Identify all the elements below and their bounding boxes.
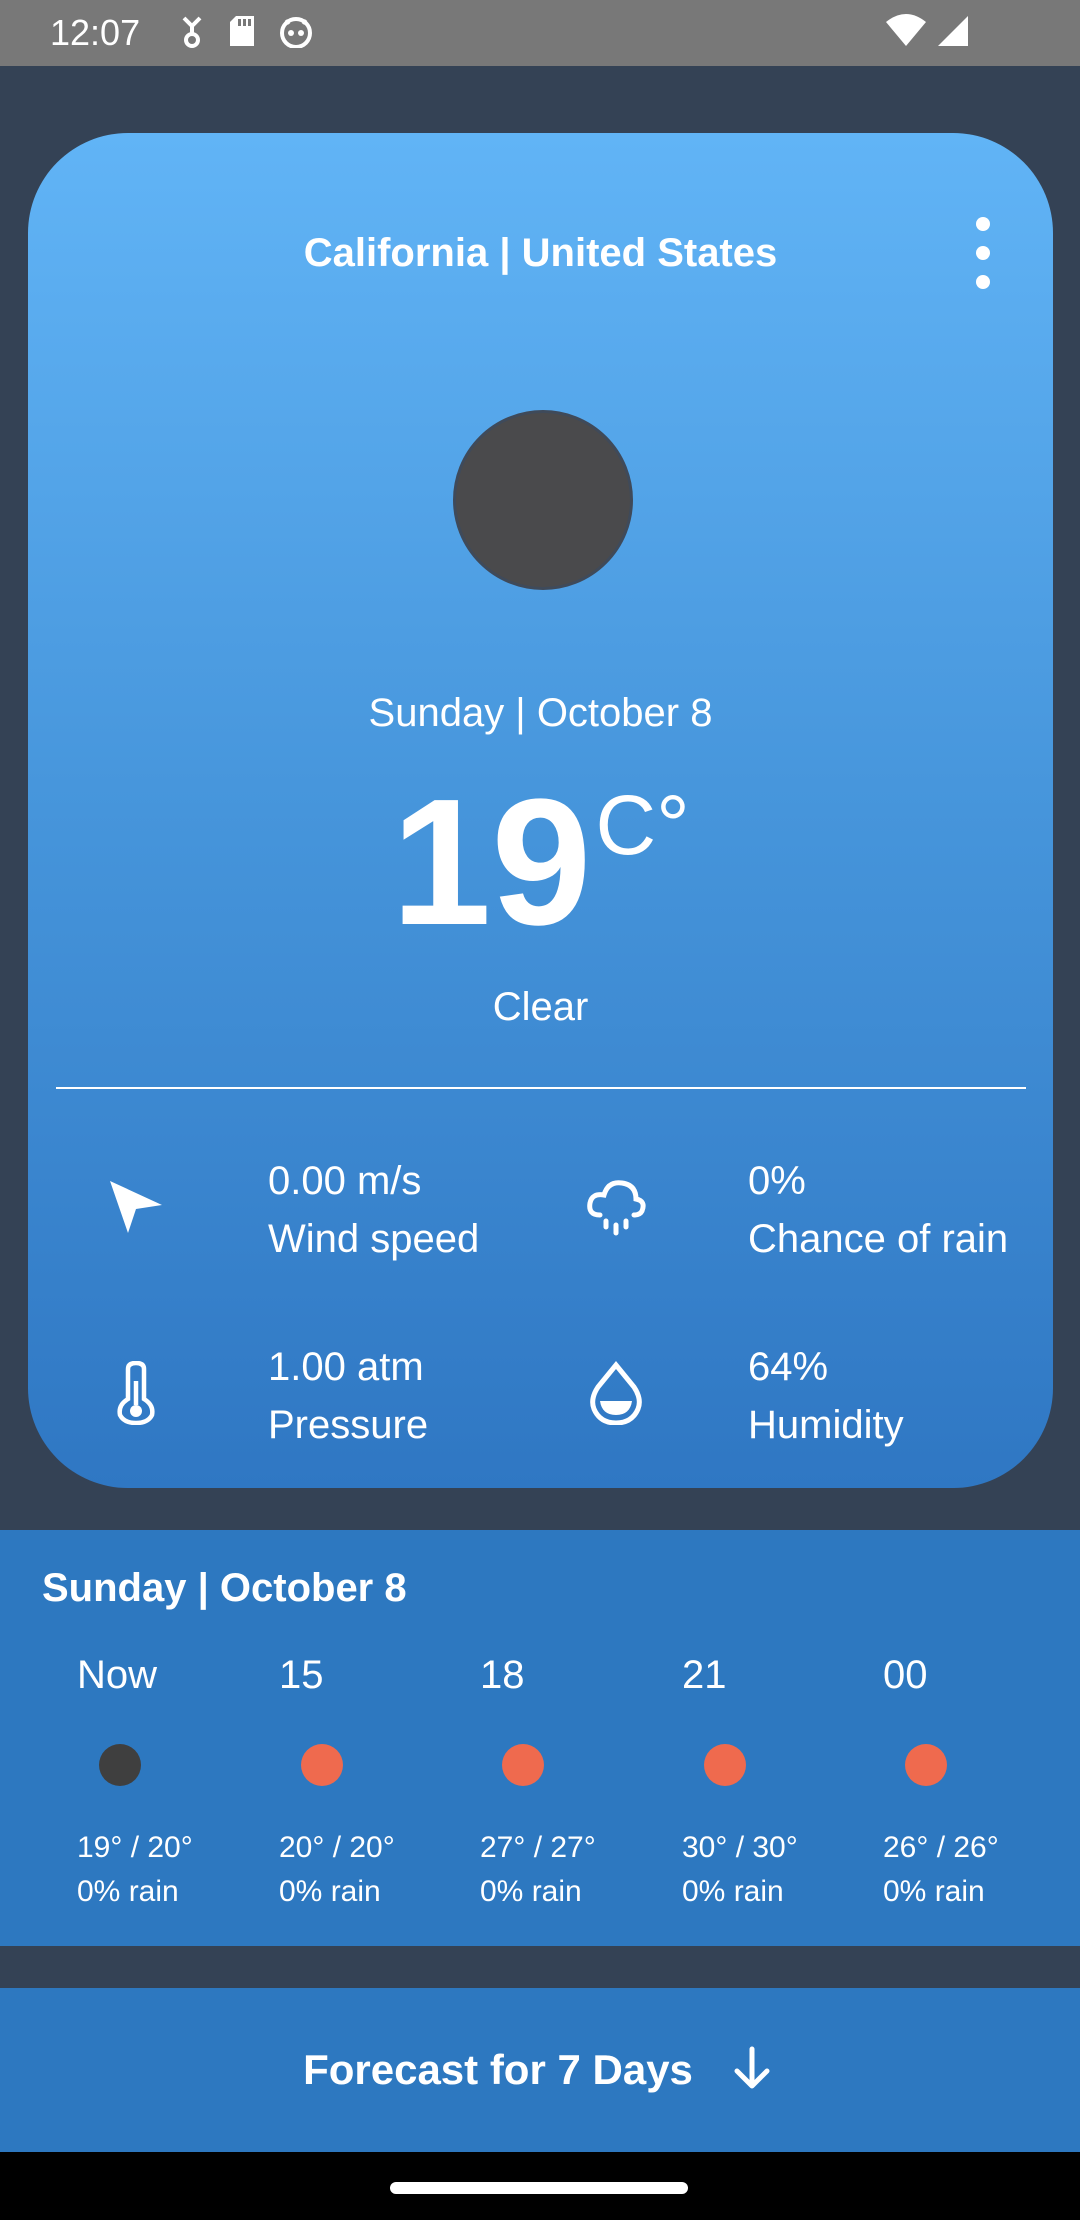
- current-weather-card: California | United States Sunday | Octo…: [28, 133, 1053, 1488]
- forecast-7-days-button[interactable]: Forecast for 7 Days: [0, 1988, 1080, 2152]
- hour-temps: 26° / 26°: [883, 1831, 999, 1864]
- thermometer-icon: [96, 1353, 176, 1433]
- weather-condition-icon: [453, 410, 633, 590]
- hourly-item-18[interactable]: 18 27° / 27° 0% rain: [480, 1650, 680, 1908]
- hourly-item-21[interactable]: 21 30° / 30° 0% rain: [682, 1650, 882, 1908]
- home-gesture-handle[interactable]: [390, 2182, 688, 2194]
- menu-dot: [976, 217, 990, 231]
- condition-text: Clear: [492, 985, 589, 1029]
- hour-time: 00: [883, 1653, 928, 1697]
- forecast-label: Forecast for 7 Days: [303, 2046, 693, 2093]
- status-time: 12:07: [50, 12, 141, 53]
- temperature-display: 19C°: [28, 773, 1053, 953]
- system-nav-bar: [0, 2152, 1080, 2220]
- weather-dot-icon: [301, 1744, 343, 1786]
- hour-time: 21: [682, 1653, 727, 1697]
- hourly-item-00[interactable]: 00 26° / 26° 0% rain: [883, 1650, 1080, 1908]
- stat-humidity: 64% Humidity: [576, 1339, 1016, 1449]
- stat-label: Chance of rain: [748, 1217, 1009, 1261]
- rain-cloud-icon: [576, 1167, 656, 1247]
- weather-dot-icon: [905, 1744, 947, 1786]
- hour-temps: 27° / 27°: [480, 1831, 596, 1864]
- hour-rain: 0% rain: [682, 1875, 784, 1908]
- weather-dot-icon: [502, 1744, 544, 1786]
- location-title: California | United States: [303, 231, 778, 275]
- status-bar: 12:07: [0, 0, 1080, 66]
- hour-time: 15: [279, 1653, 324, 1697]
- stat-value: 0.00 m/s: [268, 1159, 422, 1203]
- weather-dot-icon: [704, 1744, 746, 1786]
- sd-card-icon: [228, 14, 256, 53]
- status-icons-left: [178, 14, 314, 53]
- stat-value: 1.00 atm: [268, 1345, 424, 1389]
- stat-label: Pressure: [268, 1403, 429, 1447]
- hour-rain: 0% rain: [77, 1875, 179, 1908]
- stat-label: Humidity: [748, 1403, 904, 1447]
- cell-signal-icon: [936, 14, 970, 53]
- hour-temps: 20° / 20°: [279, 1831, 395, 1864]
- temperature-value: 19: [391, 762, 592, 963]
- android-icon: [278, 14, 314, 53]
- menu-dot: [976, 275, 990, 289]
- wifi-icon: [886, 14, 926, 53]
- stat-label: Wind speed: [268, 1217, 480, 1261]
- stat-wind-speed: 0.00 m/s Wind speed: [96, 1153, 536, 1263]
- menu-dot: [976, 246, 990, 260]
- hour-rain: 0% rain: [883, 1875, 985, 1908]
- hourly-title: Sunday | October 8: [42, 1566, 407, 1610]
- divider: [56, 1087, 1026, 1089]
- hour-temps: 19° / 20°: [77, 1831, 193, 1864]
- stat-pressure: 1.00 atm Pressure: [96, 1339, 536, 1449]
- arrow-down-icon: [727, 2043, 777, 2098]
- hour-rain: 0% rain: [480, 1875, 582, 1908]
- usb-debug-icon: [178, 14, 206, 53]
- water-drop-icon: [576, 1353, 656, 1433]
- weather-dot-icon: [99, 1744, 141, 1786]
- hourly-item-now[interactable]: Now 19° / 20° 0% rain: [77, 1650, 277, 1908]
- navigation-arrow-icon: [96, 1167, 176, 1247]
- current-date: Sunday | October 8: [368, 691, 713, 735]
- hourly-item-15[interactable]: 15 20° / 20° 0% rain: [279, 1650, 479, 1908]
- stat-value: 64%: [748, 1345, 829, 1389]
- more-vert-icon[interactable]: [963, 213, 1003, 293]
- hour-temps: 30° / 30°: [682, 1831, 798, 1864]
- temperature-unit: C°: [595, 778, 690, 872]
- hourly-forecast-panel: Sunday | October 8 Now 19° / 20° 0% rain…: [0, 1530, 1080, 1946]
- stat-value: 0%: [748, 1159, 806, 1203]
- stat-chance-of-rain: 0% Chance of rain: [576, 1153, 1016, 1263]
- hour-time: 18: [480, 1653, 525, 1697]
- hour-rain: 0% rain: [279, 1875, 381, 1908]
- status-icons-right: [886, 14, 970, 53]
- hour-time: Now: [77, 1653, 158, 1697]
